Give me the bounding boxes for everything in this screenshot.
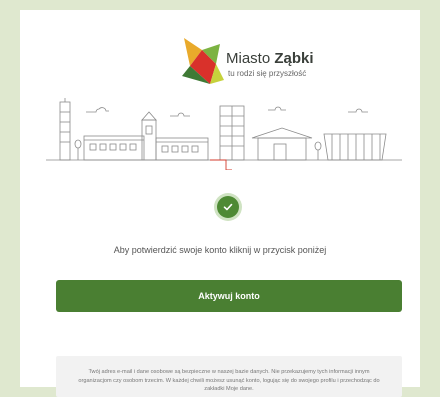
logo-mark-icon: [182, 38, 224, 84]
brand-name: Miasto Ząbki: [226, 50, 314, 67]
logo: Miasto Ząbki tu rodzi się przyszłość: [180, 32, 330, 92]
confirmation-instruction: Aby potwierdzić swoje konto kliknij w pr…: [113, 245, 327, 255]
brand-name-regular: Miasto: [226, 50, 275, 67]
checkmark-icon: [223, 203, 233, 211]
email-card: Miasto Ząbki tu rodzi się przyszłość Aby…: [20, 10, 420, 397]
activate-account-button[interactable]: Aktywuj konto: [56, 280, 402, 312]
privacy-notice-text: Twój adres e-mail i dane osobowe są bezp…: [78, 369, 380, 393]
brand-name-bold: Ząbki: [274, 50, 314, 67]
success-badge: [217, 196, 239, 218]
brand-tagline: tu rodzi się przyszłość: [228, 69, 307, 78]
city-skyline-illustration: [46, 98, 402, 170]
privacy-notice: Twój adres e-mail i dane osobowe są bezp…: [56, 356, 402, 397]
